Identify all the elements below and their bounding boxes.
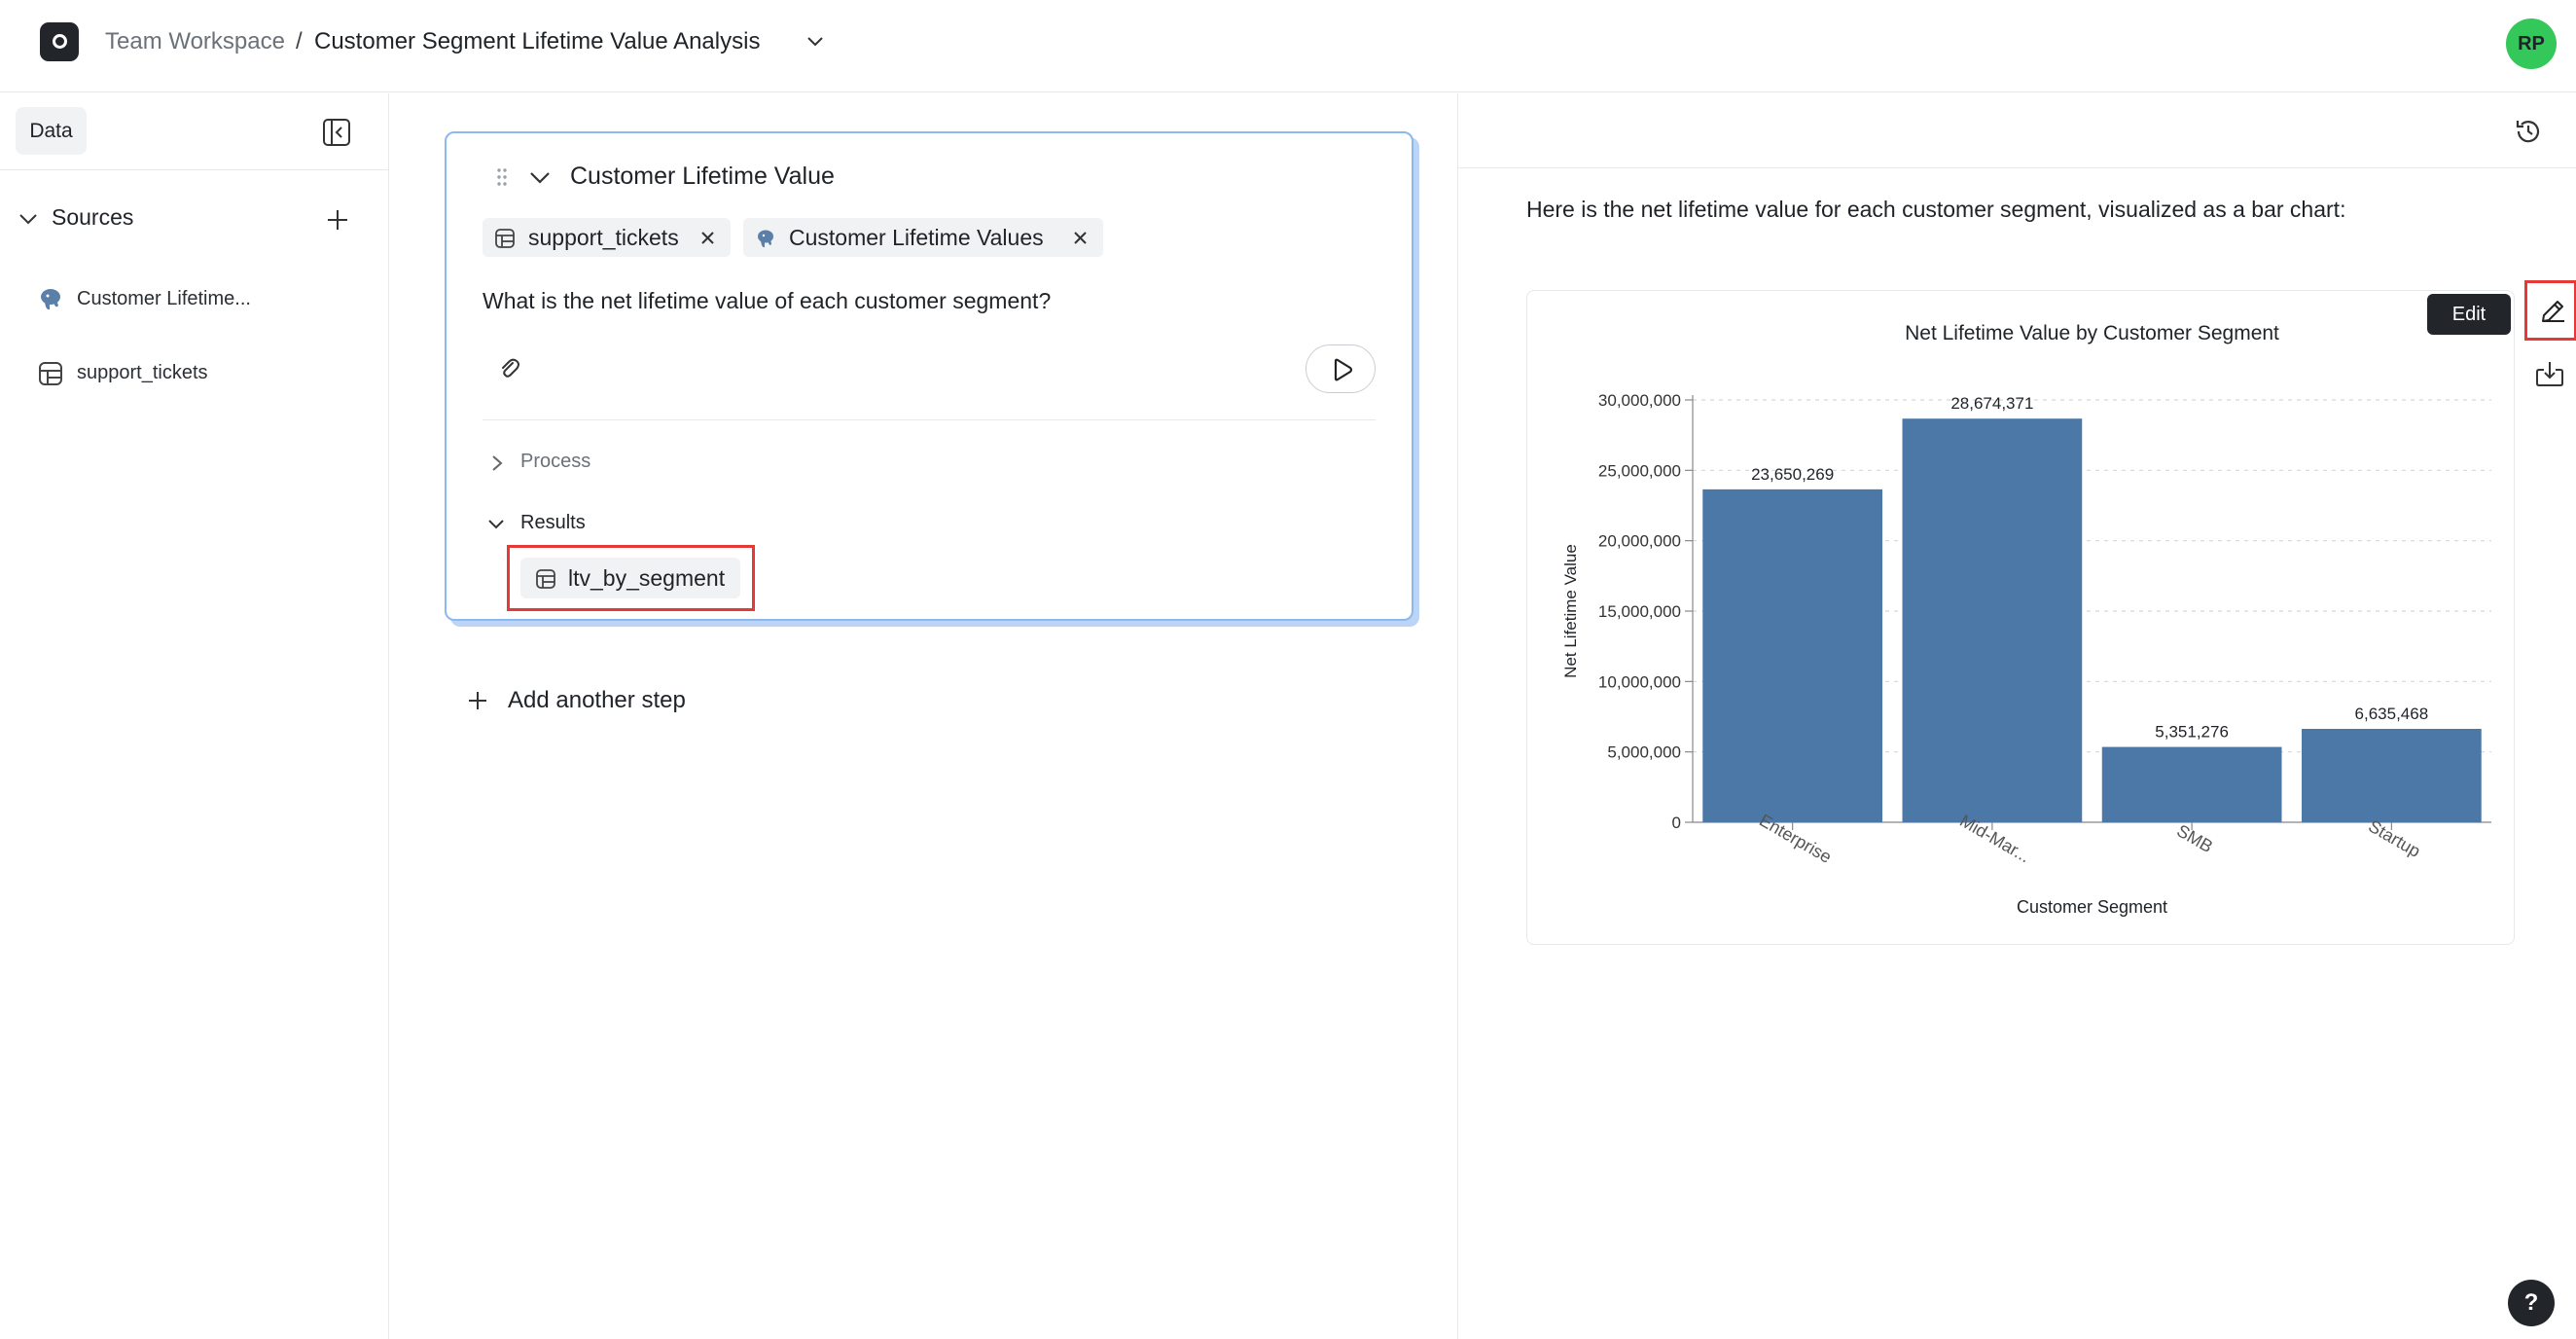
y-axis-title: Net Lifetime Value	[1561, 544, 1580, 678]
plus-icon	[469, 692, 486, 709]
bar-value-label: 23,650,269	[1751, 465, 1834, 484]
step-card: Customer Lifetime Value support_tickets …	[445, 131, 1413, 621]
chevron-down-icon[interactable]	[486, 518, 506, 531]
chevron-down-icon[interactable]	[805, 35, 825, 49]
chart-bar	[2101, 746, 2282, 822]
breadcrumb-separator: /	[296, 28, 303, 54]
table-icon	[39, 362, 62, 385]
top-bar: Team Workspace / Customer Segment Lifeti…	[0, 0, 2576, 92]
collapse-sidebar-icon[interactable]	[322, 118, 351, 147]
y-tick-label: 30,000,000	[1598, 391, 1681, 410]
table-icon	[536, 569, 555, 589]
add-step-button[interactable]: Add another step	[467, 681, 720, 720]
chart-bar	[1702, 489, 1882, 822]
chevron-down-icon[interactable]	[528, 170, 552, 186]
y-tick-label: 5,000,000	[1607, 743, 1681, 762]
attach-icon[interactable]	[496, 355, 523, 382]
step-question[interactable]: What is the net lifetime value of each c…	[483, 288, 1051, 314]
chart-title: Net Lifetime Value by Customer Segment	[1905, 322, 2279, 344]
avatar[interactable]: RP	[2506, 18, 2557, 69]
sources-heading: Sources	[52, 204, 134, 230]
drag-handle-icon[interactable]	[495, 166, 509, 188]
sidebar-item-label: Customer Lifetime...	[77, 288, 251, 309]
chevron-right-icon[interactable]	[490, 453, 504, 473]
page-title[interactable]: Customer Segment Lifetime Value Analysis	[314, 28, 760, 55]
edit-tooltip: Edit	[2427, 294, 2511, 335]
close-icon[interactable]	[1073, 231, 1088, 245]
output-pane: Here is the net lifetime value for each …	[1457, 93, 2576, 1339]
y-tick-label: 20,000,000	[1598, 532, 1681, 551]
x-tick-label: SMB	[2173, 820, 2216, 856]
bar-value-label: 6,635,468	[2355, 705, 2429, 723]
chart-bar	[2302, 729, 2482, 822]
step-title: Customer Lifetime Value	[570, 163, 835, 190]
pane-divider	[1458, 167, 2576, 168]
x-axis-title: Customer Segment	[2017, 897, 2167, 917]
pencil-icon	[2542, 301, 2564, 322]
y-tick-label: 0	[1672, 814, 1681, 832]
postgres-icon	[758, 230, 773, 248]
chip-label: Customer Lifetime Values	[789, 225, 1044, 250]
sidebar-divider	[0, 169, 389, 170]
result-item-ltv-by-segment[interactable]: ltv_by_segment	[507, 545, 755, 611]
bar-chart: Net Lifetime Value by Customer Segment 0 5…	[1561, 322, 2491, 917]
edit-chart-button[interactable]	[2524, 280, 2576, 341]
close-icon[interactable]	[700, 231, 715, 245]
app-logo[interactable]	[40, 22, 79, 61]
y-tick-label: 15,000,000	[1598, 602, 1681, 621]
add-step-label: Add another step	[508, 687, 686, 713]
sidebar-item-support-tickets[interactable]: support_tickets	[37, 354, 368, 393]
chart-container: Net Lifetime Value by Customer Segment 0 5…	[1526, 290, 2515, 945]
source-chip-customer-lifetime-values[interactable]: Customer Lifetime Values	[743, 218, 1103, 257]
y-tick-label: 10,000,000	[1598, 672, 1681, 691]
bar-value-label: 28,674,371	[1950, 394, 2033, 413]
answer-text: Here is the net lifetime value for each …	[1526, 197, 2346, 222]
chart-bar	[1902, 418, 2083, 822]
sidebar-item-label: support_tickets	[77, 362, 208, 383]
result-chip[interactable]: ltv_by_segment	[520, 558, 740, 598]
bar-value-label: 5,351,276	[2155, 723, 2229, 742]
help-button[interactable]: ?	[2508, 1280, 2555, 1326]
history-icon[interactable]	[2513, 116, 2544, 147]
y-tick-label: 25,000,000	[1598, 461, 1681, 480]
process-toggle[interactable]: Process	[520, 451, 590, 473]
card-divider	[483, 419, 1376, 420]
chip-label: support_tickets	[528, 225, 679, 250]
result-label: ltv_by_segment	[568, 565, 726, 591]
run-button[interactable]	[1306, 344, 1376, 393]
postgres-icon	[41, 289, 60, 310]
sidebar: Data Sources Customer Lifetime... suppor…	[0, 93, 389, 1339]
sidebar-item-customer-lifetime[interactable]: Customer Lifetime...	[37, 280, 368, 319]
breadcrumb-workspace[interactable]: Team Workspace	[105, 28, 285, 55]
source-chip-support-tickets[interactable]: support_tickets	[483, 218, 731, 257]
download-icon[interactable]	[2534, 358, 2565, 389]
table-icon	[495, 229, 515, 248]
chevron-down-icon[interactable]	[18, 212, 39, 226]
tab-data[interactable]: Data	[16, 107, 87, 155]
results-toggle[interactable]: Results	[520, 512, 586, 534]
add-source-icon[interactable]	[325, 207, 350, 233]
play-icon	[1334, 358, 1353, 381]
